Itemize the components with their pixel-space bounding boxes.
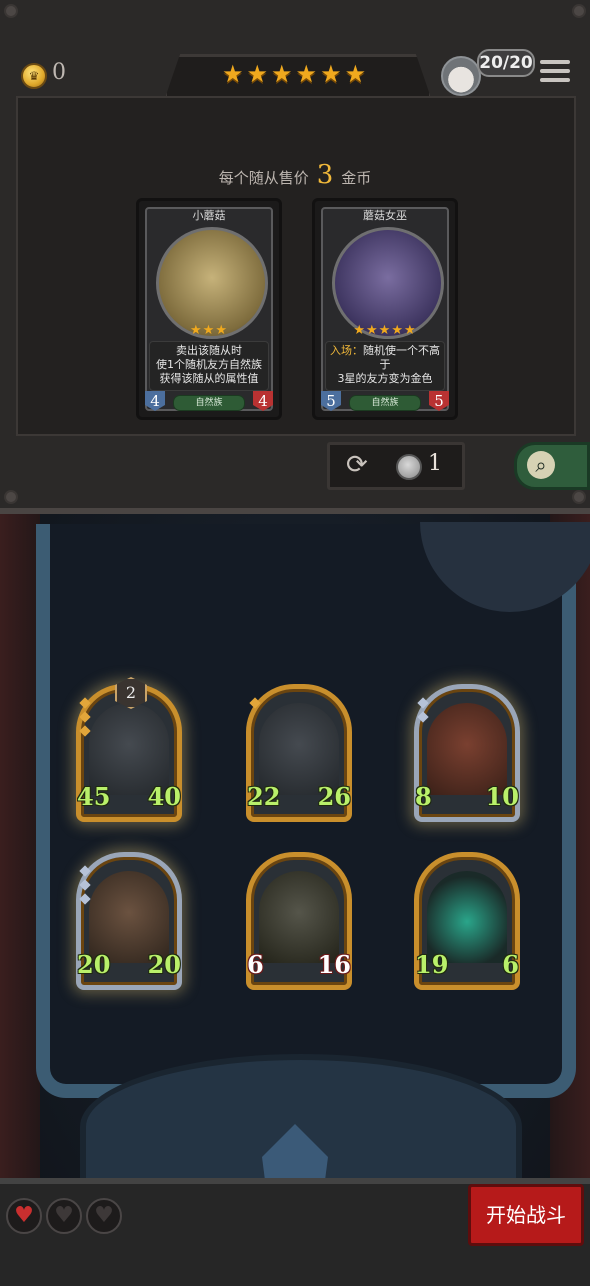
refresh-cost: 1 [428, 451, 442, 476]
card-description: 卖出该随从时 使1个随机友方自然族 获得该随从的属性值 [149, 341, 269, 391]
price-value: 3 [316, 160, 334, 190]
search-button[interactable]: ⌕ [514, 442, 590, 490]
hamburger-menu-icon[interactable] [540, 56, 570, 84]
shop-area [16, 96, 576, 436]
board-minion[interactable]: 20 20 [76, 852, 182, 990]
price-prefix: 每个随从售价 [218, 169, 309, 187]
start-battle-button[interactable]: 开始战斗 [468, 1184, 584, 1246]
board-side-decoration [0, 514, 40, 1280]
rivet [572, 4, 586, 18]
life-hearts: ♥ ♥ ♥ [6, 1198, 122, 1234]
gold-coin-icon: ♛ [21, 63, 47, 89]
card-text-line: 3星的友方变为金色 [337, 372, 433, 385]
minion-attack: 6 [247, 950, 264, 979]
card-description: 入场：随机使一个不高于 3星的友方变为金色 [325, 341, 445, 391]
magnifier-icon: ⌕ [527, 451, 555, 479]
minion-health: 20 [147, 950, 181, 979]
board-minion[interactable]: 2 45 40 [76, 677, 182, 822]
minion-health: 40 [147, 782, 181, 811]
sell-price-line: 每个随从售价 3 金币 [0, 160, 590, 190]
board-minion[interactable]: 6 16 [246, 852, 352, 990]
player-avatar[interactable] [441, 56, 481, 96]
shop-minion-card[interactable]: 小蘑菇 ★★★ 卖出该随从时 使1个随机友方自然族 获得该随从的属性值 4 自然… [136, 198, 282, 420]
rivet [4, 4, 18, 18]
star-icon: ★ [344, 60, 367, 88]
silver-coin-icon [396, 454, 422, 480]
card-text-line: 卖出该随从时 [176, 344, 242, 357]
star-icon: ★ [271, 60, 293, 88]
minion-health: 16 [317, 950, 351, 979]
star-icon: ★ [222, 60, 244, 88]
tavern-tier-stars: ★ ★ ★ ★ ★ ★ [222, 60, 372, 90]
upgrade-pips [79, 697, 91, 741]
heart-icon: ♥ [6, 1198, 42, 1234]
minion-attack: 45 [77, 782, 111, 811]
upgrade-pips [79, 865, 91, 909]
minion-health: 26 [317, 782, 351, 811]
minion-attack: 19 [415, 950, 449, 979]
minion-health: 10 [485, 782, 519, 811]
heart-empty-icon: ♥ [86, 1198, 122, 1234]
rivet [572, 490, 586, 504]
minion-attack: 22 [247, 782, 281, 811]
board-minion[interactable]: 22 26 [246, 684, 352, 822]
card-text-line: 随机使一个不高于 [363, 344, 440, 371]
star-icon: ★ [246, 60, 269, 88]
card-star-rating: ★★★ [190, 323, 228, 338]
refresh-button[interactable]: ⟳ 1 [327, 442, 465, 490]
player-count: 20/20 [477, 49, 535, 77]
shop-panel: ♛ 0 ★ ★ ★ ★ ★ ★ 20/20 每个随从售价 3 金币 小蘑菇 ★★★ … [0, 0, 590, 514]
heart-empty-icon: ♥ [46, 1198, 82, 1234]
card-race: 自然族 [349, 395, 421, 411]
minion-attack: 8 [415, 782, 432, 811]
card-race: 自然族 [173, 395, 245, 411]
upgrade-pips [249, 697, 261, 713]
minion-attack: 20 [77, 950, 111, 979]
card-text-line: 获得该随从的属性值 [159, 372, 259, 385]
card-star-rating: ★★★★★ [353, 323, 417, 338]
card-name: 蘑菇女巫 [363, 209, 407, 222]
card-text-line: 使1个随机友方自然族 [156, 358, 262, 371]
star-icon: ★ [295, 60, 318, 88]
board-minion[interactable]: 8 10 [414, 684, 520, 822]
board-minion[interactable]: 19 6 [414, 852, 520, 990]
coin-count: 0 [52, 60, 66, 85]
refresh-icon: ⟳ [346, 450, 368, 480]
star-icon: ★ [320, 60, 342, 88]
minion-health: 6 [502, 950, 519, 979]
shop-minion-card[interactable]: 蘑菇女巫 ★★★★★ 入场：随机使一个不高于 3星的友方变为金色 5 自然族 5 [312, 198, 458, 420]
card-name: 小蘑菇 [192, 209, 226, 222]
rivet [4, 490, 18, 504]
upgrade-pips [417, 697, 429, 727]
price-suffix: 金币 [341, 169, 372, 187]
card-keyword: 入场： [330, 344, 363, 357]
